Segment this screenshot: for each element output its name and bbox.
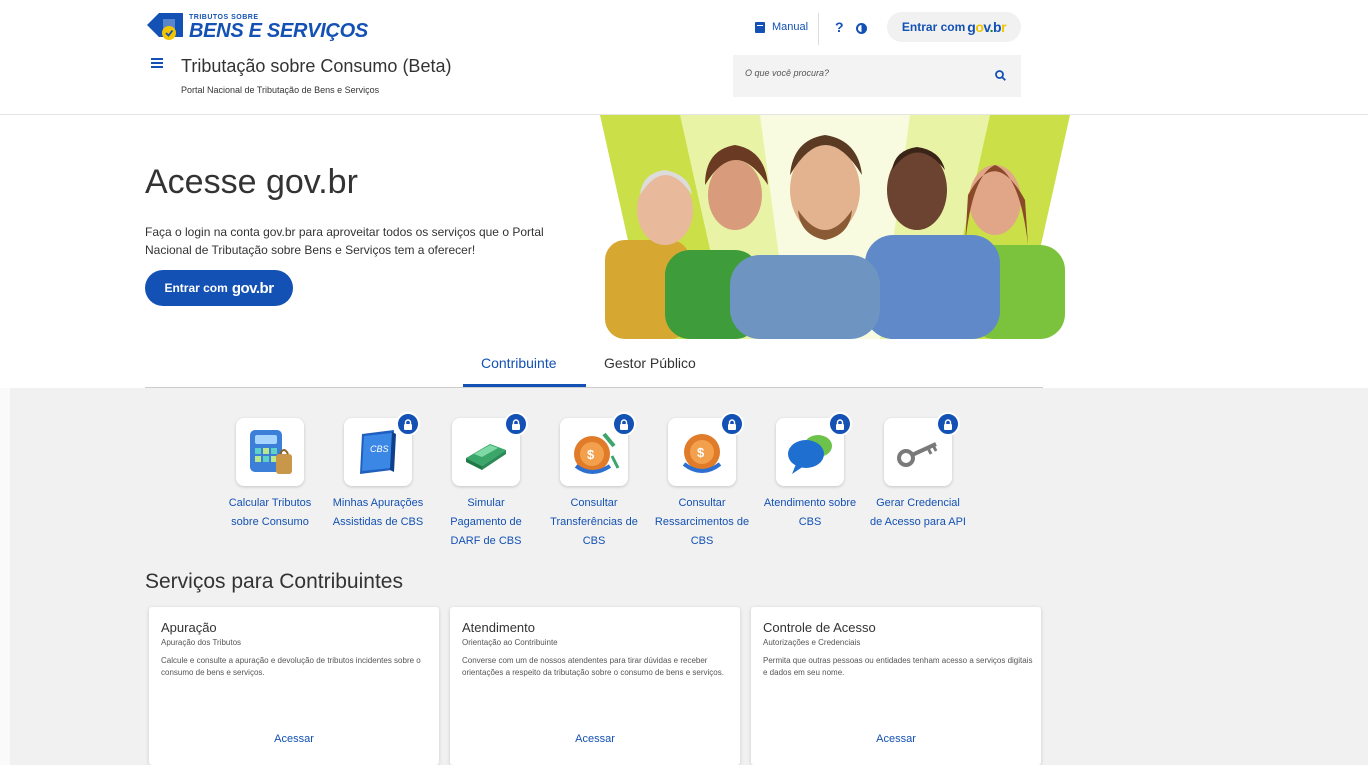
- tab-contribuinte[interactable]: Contribuinte: [481, 355, 557, 371]
- service-label: Minhas Apurações: [332, 497, 424, 509]
- card-acessar-link[interactable]: Acessar: [751, 733, 1041, 745]
- service-label: CBS: [798, 516, 822, 528]
- tab-gestor-publico[interactable]: Gestor Público: [604, 355, 696, 371]
- search-bar: [733, 55, 1021, 97]
- search-icon[interactable]: [995, 68, 1006, 81]
- hero-login-govbr-button[interactable]: Entrar com gov.br: [145, 270, 293, 306]
- service-tile: [776, 412, 852, 486]
- lock-icon: [396, 412, 420, 436]
- calculator-icon: [250, 430, 292, 474]
- service-tile: CBS: [344, 412, 420, 486]
- service-simular-pagamento[interactable]: Simular Pagamento de DARF de CBS: [436, 412, 536, 551]
- service-label: sobre Consumo: [231, 516, 309, 528]
- service-gerar-credencial[interactable]: Gerar Credencial de Acesso para API: [868, 412, 968, 532]
- hero-title: Acesse gov.br: [145, 163, 358, 201]
- chat-icon: [788, 435, 832, 474]
- hero-description: Faça o login na conta gov.br para aprove…: [145, 225, 544, 257]
- card-controle-acesso: Controle de Acesso Autorizações e Creden…: [751, 607, 1041, 765]
- lock-icon: [720, 412, 744, 436]
- card-description: Converse com um de nossos atendentes par…: [462, 656, 724, 677]
- service-consultar-ressarcimentos[interactable]: $ Consultar Ressarcimentos de CBS: [652, 412, 752, 551]
- service-label: Transferências de: [550, 516, 638, 528]
- active-tab-indicator: [463, 384, 586, 387]
- service-label: Atendimento sobre: [763, 497, 857, 509]
- card-title: Atendimento: [462, 620, 535, 635]
- refund-icon: $: [682, 434, 722, 473]
- cbs-book-icon: CBS: [360, 430, 396, 474]
- card-subtitle: Autorizações e Credenciais: [763, 638, 861, 647]
- govbr-logo-icon: gov.br: [967, 19, 1007, 35]
- site-title: Tributação sobre Consumo (Beta): [181, 56, 452, 76]
- card-acessar-link[interactable]: Acessar: [450, 733, 740, 745]
- hamburger-menu-icon[interactable]: [151, 58, 163, 68]
- card-subtitle: Apuração dos Tributos: [161, 638, 242, 647]
- key-icon: [897, 442, 938, 467]
- service-label: Consultar: [678, 497, 726, 509]
- lock-icon: [936, 412, 960, 436]
- book-icon: [755, 21, 765, 33]
- service-tile: [884, 412, 960, 486]
- money-icon: [466, 444, 506, 470]
- service-label: Consultar: [570, 497, 618, 509]
- lock-icon: [504, 412, 528, 436]
- card-atendimento: Atendimento Orientação ao Contribuinte C…: [450, 607, 740, 765]
- service-tile: $: [560, 412, 636, 486]
- lock-icon: [828, 412, 852, 436]
- login-button-label: Entrar com: [901, 20, 966, 34]
- service-label: Gerar Credencial: [876, 497, 960, 509]
- site-subtitle: Portal Nacional de Tributação de Bens e …: [181, 85, 380, 95]
- service-tile: $: [668, 412, 744, 486]
- service-label: Ressarcimentos de: [654, 516, 750, 528]
- services-section-title: Serviços para Contribuintes: [145, 570, 403, 593]
- transfer-icon: $: [574, 432, 620, 474]
- service-tile: [236, 418, 304, 486]
- service-label: DARF de CBS: [450, 535, 522, 547]
- help-icon[interactable]: ?: [835, 19, 844, 35]
- header: TRIBUTOS SOBRE BENS E SERVIÇOS Tributaçã…: [0, 0, 1368, 115]
- service-label: Pagamento de: [450, 516, 522, 528]
- card-title: Apuração: [161, 620, 217, 635]
- search-input[interactable]: [745, 68, 975, 78]
- manual-label: Manual: [772, 21, 809, 33]
- card-description: Permita que outras pessoas ou entidades …: [763, 656, 1033, 677]
- govbr-logo-icon: gov.br: [231, 279, 274, 297]
- service-consultar-transferencias[interactable]: $ Consultar Transferências de CBS: [544, 412, 644, 551]
- login-govbr-button[interactable]: Entrar com gov.br: [887, 12, 1021, 42]
- svg-text:$: $: [697, 445, 705, 460]
- logo-big-text: BENS E SERVIÇOS: [189, 19, 368, 42]
- service-label: Calcular Tributos: [228, 497, 312, 509]
- service-minhas-apuracoes[interactable]: CBS Minhas Apurações Assistidas de CBS: [328, 412, 428, 532]
- service-tile: [452, 412, 528, 486]
- service-label: CBS: [690, 535, 714, 547]
- manual-link[interactable]: Manual: [755, 21, 808, 33]
- card-acessar-link[interactable]: Acessar: [149, 733, 439, 745]
- hero-button-label: Entrar com: [164, 281, 228, 295]
- service-atendimento-cbs[interactable]: Atendimento sobre CBS: [760, 412, 860, 532]
- header-divider: [818, 13, 819, 45]
- lock-icon: [612, 412, 636, 436]
- card-description: Calcule e consulte a apuração e devoluçã…: [161, 656, 421, 677]
- service-calcular-tributos[interactable]: Calcular Tributos sobre Consumo: [220, 418, 320, 532]
- svg-text:$: $: [587, 447, 595, 462]
- service-label: Assistidas de CBS: [332, 516, 424, 528]
- service-label: CBS: [582, 535, 606, 547]
- tabs-bar: Contribuinte Gestor Público: [145, 345, 1043, 388]
- left-edge-stripe: [0, 388, 10, 765]
- hero-people-image: [600, 115, 1070, 339]
- card-title: Controle de Acesso: [763, 620, 876, 635]
- card-subtitle: Orientação ao Contribuinte: [462, 638, 558, 647]
- contrast-icon[interactable]: [856, 23, 867, 34]
- service-label: Simular: [467, 497, 505, 509]
- site-logo[interactable]: TRIBUTOS SOBRE BENS E SERVIÇOS: [145, 10, 368, 44]
- card-apuracao: Apuração Apuração dos Tributos Calcule e…: [149, 607, 439, 765]
- svg-text:CBS: CBS: [370, 444, 389, 454]
- logo-tag-icon: [145, 11, 185, 43]
- page: TRIBUTOS SOBRE BENS E SERVIÇOS Tributaçã…: [0, 0, 1368, 765]
- service-label: de Acesso para API: [869, 516, 966, 528]
